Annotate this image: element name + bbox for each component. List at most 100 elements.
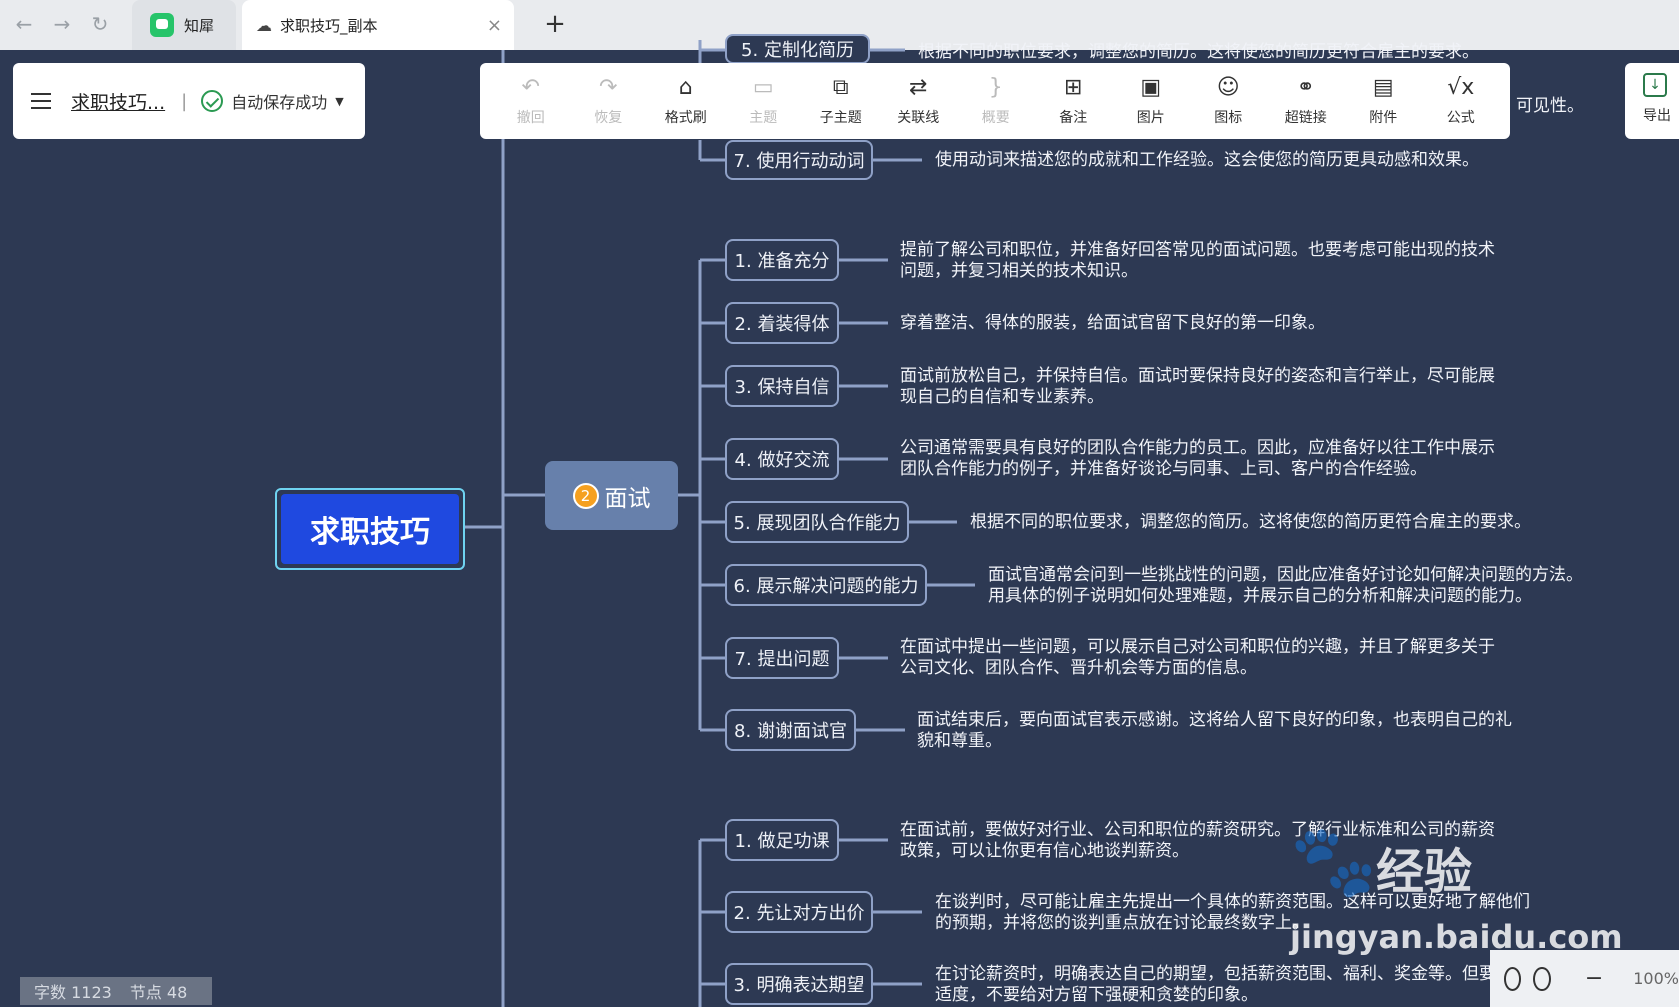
note-line: 面试结束后，要向面试官表示感谢。这将给人留下良好的印象，也表明自己的礼 <box>917 710 1512 730</box>
root-topic[interactable]: 求职技巧 <box>275 488 465 570</box>
subtopic-label: 7. 使用行动动词 <box>733 151 865 172</box>
hyperlink-button[interactable]: ⚭ 超链接 <box>1267 63 1345 139</box>
node-count: 节点 48 <box>129 983 188 1002</box>
image-icon: ▣ <box>1140 75 1162 100</box>
download-icon: ↓ <box>1643 73 1667 97</box>
redo-label: 恢复 <box>594 110 623 126</box>
subtopic-node[interactable]: 5. 展现团队合作能力 <box>725 501 909 543</box>
subtopic-label: 4. 做好交流 <box>734 450 830 471</box>
note-label: 备注 <box>1059 110 1088 126</box>
note-line: 公司通常需要具有良好的团队合作能力的员工。因此，应准备好以往工作中展示 <box>900 438 1495 458</box>
note-button[interactable]: ⊞ 备注 <box>1035 63 1113 139</box>
subtopic-label: 2. 着装得体 <box>734 314 830 335</box>
subtopic-label: 3. 明确表达期望 <box>733 975 865 996</box>
note-text: 在面试中提出一些问题，可以展示自己对公司和职位的兴趣，并且了解更多关于 公司文化、… <box>900 637 1495 679</box>
formula-button[interactable]: √x 公式 <box>1422 63 1500 139</box>
subtopic-node[interactable]: 7. 使用行动动词 <box>725 140 873 180</box>
relation-line-icon: ⇄ <box>909 75 928 100</box>
subtopic-label: 7. 提出问题 <box>734 649 830 670</box>
format-painter-label: 格式刷 <box>664 110 707 126</box>
subtopic-node[interactable]: 2. 着装得体 <box>725 302 839 344</box>
export-button[interactable]: ↓ 导出 <box>1625 63 1679 139</box>
locate-icon[interactable] <box>1533 966 1551 991</box>
subtopic-node[interactable]: 7. 提出问题 <box>725 637 839 679</box>
watermark-brand: 经验 <box>1376 844 1473 900</box>
topic-button[interactable]: ▭ 主题 <box>725 63 803 139</box>
topic-label: 主题 <box>749 110 778 126</box>
hyperlink-label: 超链接 <box>1284 110 1327 126</box>
zoom-level[interactable]: 100% <box>1633 969 1679 988</box>
hamburger-menu-icon[interactable] <box>31 93 53 109</box>
relation-line-label: 关联线 <box>897 110 940 126</box>
document-title-panel: 求职技巧... | 自动保存成功 ▼ <box>13 63 365 139</box>
relation-line-button[interactable]: ⇄ 关联线 <box>880 63 958 139</box>
undo-icon: ↶ <box>521 75 540 100</box>
summary-label: 概要 <box>981 110 1010 126</box>
subtopic-node[interactable]: 6. 展示解决问题的能力 <box>725 564 927 606</box>
redo-button[interactable]: ↷ 恢复 <box>570 63 648 139</box>
icon-label: 图标 <box>1214 110 1243 126</box>
save-status[interactable]: 自动保存成功 ▼ <box>201 89 344 113</box>
number-badge-icon: 2 <box>572 482 599 509</box>
note-text: 使用动词来描述您的成就和工作经验。这会使您的简历更具动感和效果。 <box>935 150 1479 170</box>
note-text: 面试结束后，要向面试官表示感谢。这将给人留下良好的印象，也表明自己的礼 貌和尊重。 <box>917 710 1512 752</box>
document-title[interactable]: 求职技巧... <box>71 88 165 115</box>
note-text: 面试官通常会问到一些挑战性的问题，因此应准备好讨论如何解决问题的方法。 用具体的例… <box>988 565 1583 607</box>
note-text: 在讨论薪资时，明确表达自己的期望，包括薪资范围、福利、奖金等。但要注意 适度，不要… <box>935 964 1530 1006</box>
note-text: 根据不同的职位要求，调整您的简历。这将使您的简历更符合雇主的要求。 <box>918 42 1479 62</box>
caret-down-icon: ▼ <box>335 94 344 108</box>
status-bar: 字数 1123 节点 48 <box>20 977 212 1005</box>
attachment-label: 附件 <box>1369 110 1398 126</box>
subtopic-label: 8. 谢谢面试官 <box>734 721 847 742</box>
icon-icon: ☺ <box>1216 75 1240 100</box>
subtopic-node[interactable]: 3. 保持自信 <box>725 365 839 407</box>
save-status-label: 自动保存成功 <box>231 93 328 112</box>
formula-label: 公式 <box>1446 110 1475 126</box>
image-button[interactable]: ▣ 图片 <box>1112 63 1190 139</box>
paw-logo-icon: 🐾 <box>1290 820 1378 902</box>
redo-icon: ↷ <box>599 75 618 100</box>
subtopic-node[interactable]: 1. 做足功课 <box>725 819 839 861</box>
note-line: 面试前放松自己，并保持自信。面试时要保持良好的姿态和言行举止，尽可能展 <box>900 366 1495 386</box>
subtopic-node[interactable]: 3. 明确表达期望 <box>725 963 873 1005</box>
note-line: 貌和尊重。 <box>917 731 1002 751</box>
note-line: 提前了解公司和职位，并准备好回答常见的面试问题。也要考虑可能出现的技术 <box>900 240 1495 260</box>
check-circle-icon <box>201 90 224 112</box>
summary-button[interactable]: } 概要 <box>957 63 1035 139</box>
note-text: 根据不同的职位要求，调整您的简历。这将使您的简历更符合雇主的要求。 <box>970 512 1531 533</box>
editor-toolbar: ↶ 撤回 ↷ 恢复 ⌂ 格式刷 ▭ 主题 ⧉ 子主题 ⇄ 关联线 } 概要 ⊞ 备注 ▣ 图片 ☺ 图标 ⚭ 超链接 ▤ 附件… <box>480 63 1510 139</box>
subtopic-label: 5. 定制化简历 <box>741 40 854 61</box>
word-count: 字数 1123 <box>34 983 112 1002</box>
attachment-icon: ▤ <box>1372 75 1394 100</box>
watermark-url: jingyan.baidu.com <box>1290 918 1623 956</box>
note-line: 公司文化、团队合作、晋升机会等方面的信息。 <box>900 658 1257 678</box>
format-painter-icon: ⌂ <box>678 75 693 100</box>
topic-icon: ▭ <box>752 75 774 100</box>
subtopic-label: 1. 做足功课 <box>734 831 830 852</box>
root-topic-label: 求职技巧 <box>281 494 459 564</box>
subtopic-node[interactable]: 2. 先让对方出价 <box>725 891 873 933</box>
subtopic-button[interactable]: ⧉ 子主题 <box>802 63 880 139</box>
subtopic-icon: ⧉ <box>832 75 849 100</box>
subtopic-label: 2. 先让对方出价 <box>733 903 865 924</box>
branch-topic-interview[interactable]: 2 面试 <box>545 461 678 530</box>
note-text: 面试前放松自己，并保持自信。面试时要保持良好的姿态和言行举止，尽可能展 现自己的自… <box>900 366 1495 408</box>
subtopic-node[interactable]: 8. 谢谢面试官 <box>725 709 856 751</box>
note-icon: ⊞ <box>1064 75 1083 100</box>
subtopic-node[interactable]: 4. 做好交流 <box>725 438 839 480</box>
theme-toggle-icon[interactable] <box>1504 966 1522 991</box>
note-text: 穿着整洁、得体的服装，给面试官留下良好的第一印象。 <box>900 313 1325 334</box>
format-painter-button[interactable]: ⌂ 格式刷 <box>647 63 725 139</box>
subtopic-node[interactable]: 5. 定制化简历 <box>725 34 870 64</box>
attachment-button[interactable]: ▤ 附件 <box>1345 63 1423 139</box>
note-line: 穿着整洁、得体的服装，给面试官留下良好的第一印象。 <box>900 313 1325 333</box>
note-line: 在面试中提出一些问题，可以展示自己对公司和职位的兴趣，并且了解更多关于 <box>900 637 1495 657</box>
icon-button[interactable]: ☺ 图标 <box>1190 63 1268 139</box>
undo-button[interactable]: ↶ 撤回 <box>492 63 570 139</box>
note-line: 团队合作能力的例子，并准备好谈论与同事、上司、客户的合作经验。 <box>900 459 1427 479</box>
subtopic-label: 1. 准备充分 <box>734 251 830 272</box>
note-text: 公司通常需要具有良好的团队合作能力的员工。因此，应准备好以往工作中展示 团队合作能… <box>900 438 1495 480</box>
note-line: 问题，并复习相关的技术知识。 <box>900 261 1138 281</box>
note-line: 现自己的自信和专业素养。 <box>900 387 1104 407</box>
subtopic-node[interactable]: 1. 准备充分 <box>725 239 839 281</box>
